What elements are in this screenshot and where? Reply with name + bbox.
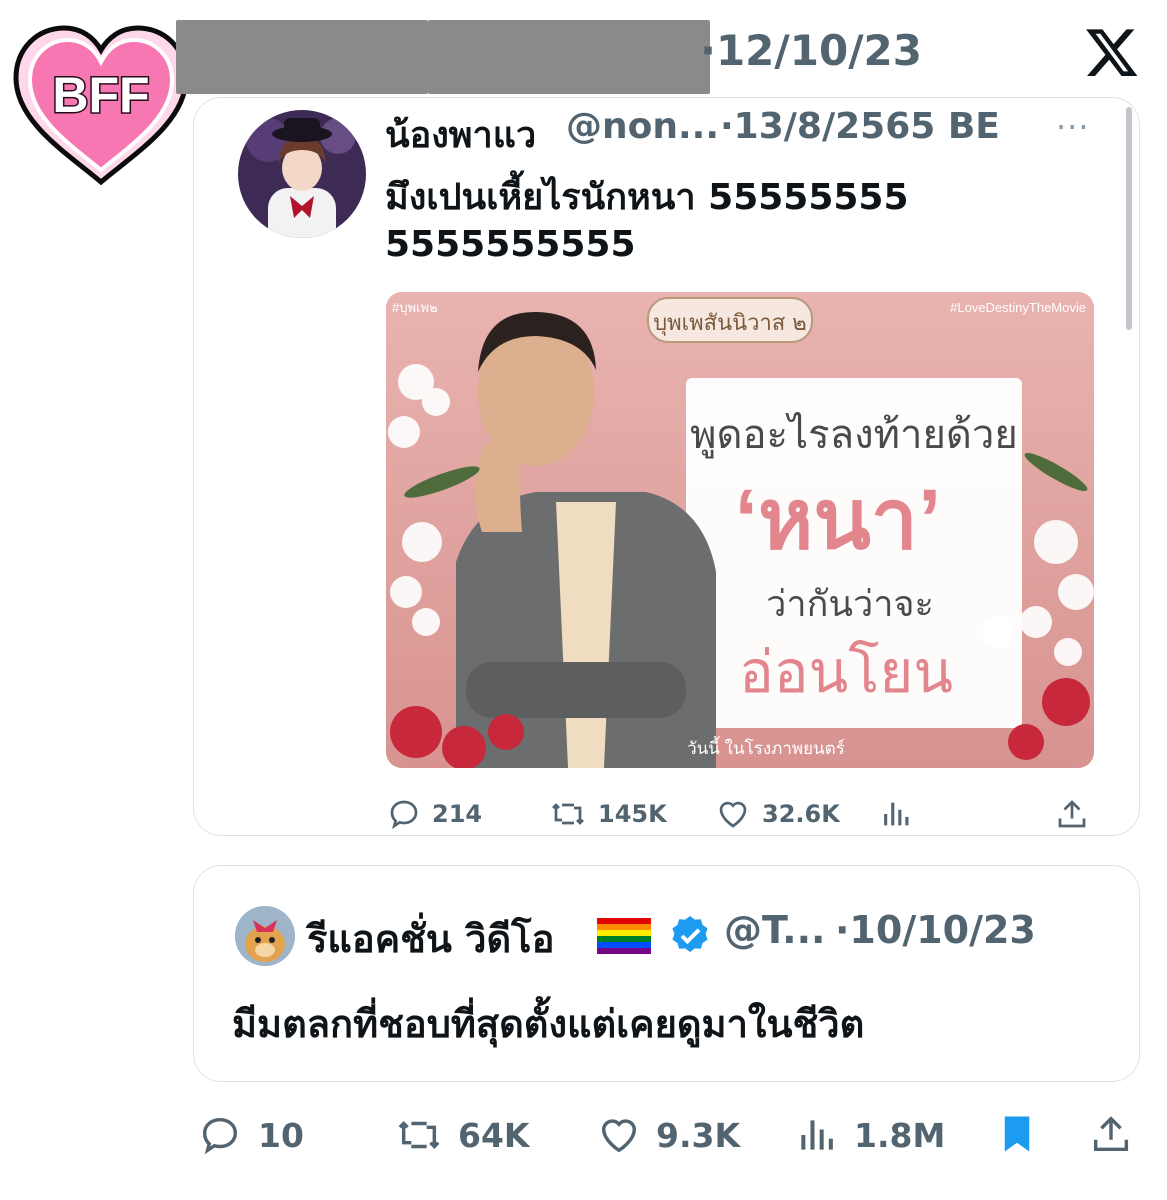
svg-text:BFF: BFF — [52, 67, 149, 123]
retweet-button[interactable]: 64K — [392, 1112, 530, 1158]
image-footer: วันนี้ ในโรงภาพยนตร์ — [687, 736, 845, 758]
retweet-count: 64K — [458, 1115, 530, 1155]
like-count: 9.3K — [656, 1115, 741, 1155]
image-headline-2: ‘หนา’ — [735, 472, 942, 566]
image-logo: บุพเพสันนิวาส ๒ — [653, 311, 807, 336]
quoted-date: ·13/8/2565 BE — [720, 106, 1000, 147]
reply-icon — [202, 1117, 238, 1155]
rainbow-flag-icon — [597, 918, 651, 954]
quoted-retweet-count: 145K — [598, 800, 667, 828]
quoted-share-button[interactable] — [1054, 796, 1090, 832]
image-headline-1: พูดอะไรลงท้ายด้วย — [690, 412, 1018, 458]
attached-image[interactable]: #บุพเพ๒ #LoveDestinyTheMovie บุพเพสันนิว… — [386, 292, 1094, 768]
reply-date: ·10/10/23 — [835, 908, 1036, 952]
heart-icon — [719, 801, 747, 828]
heart-icon — [601, 1119, 637, 1153]
image-headline-3: ว่ากันว่าจะ — [766, 583, 934, 624]
quoted-reply-count: 214 — [432, 800, 483, 828]
reply-icon — [390, 800, 418, 830]
quoted-author-name[interactable]: น้องพาแว — [385, 106, 536, 163]
redacted-handle — [428, 20, 710, 94]
bff-heart-badge: BFF — [13, 25, 189, 186]
retweet-icon — [552, 803, 584, 825]
quoted-retweet-button[interactable]: 145K — [548, 796, 667, 832]
image-tag-right: #LoveDestinyTheMovie — [950, 300, 1086, 315]
x-logo-icon[interactable] — [1083, 24, 1141, 80]
post-date: y ·12/10/23 — [700, 26, 922, 75]
reply-text: มีมตลกที่ชอบที่สุดตั้งแต่เคยดูมาในชีวิต — [232, 1002, 865, 1046]
quoted-views-button[interactable] — [880, 796, 914, 832]
verified-badge-icon[interactable] — [666, 913, 714, 961]
scrollbar[interactable] — [1126, 107, 1132, 330]
quoted-reply-button[interactable]: 214 — [386, 796, 482, 832]
quoted-like-count: 32.6K — [762, 800, 840, 828]
avatar[interactable] — [235, 906, 295, 966]
quoted-text-line1: มึงเปนเหี้ยไรนักหนา 55555555 — [385, 177, 909, 218]
like-button[interactable]: 9.3K — [594, 1112, 740, 1158]
views-icon — [801, 1120, 833, 1150]
image-tag-left: #บุพเพ๒ — [392, 300, 438, 316]
redacted-name — [176, 20, 428, 94]
image-headline-4: อ่อนโยน — [739, 639, 953, 705]
quoted-like-button[interactable]: 32.6K — [714, 796, 840, 832]
reply-author-name[interactable]: รีแอคชั่น วิดีโอ — [307, 908, 554, 969]
bookmark-icon — [1004, 1116, 1030, 1152]
bookmark-button[interactable] — [996, 1110, 1038, 1158]
share-icon — [1093, 1116, 1129, 1152]
views-icon — [884, 802, 909, 826]
share-icon — [1058, 800, 1086, 828]
avatar[interactable] — [238, 110, 366, 238]
quoted-text-line2: 5555555555 — [385, 224, 636, 265]
quoted-author-handle[interactable]: @non... — [566, 106, 719, 147]
more-options-icon[interactable]: ··· — [1056, 108, 1090, 146]
share-button[interactable] — [1088, 1110, 1134, 1158]
reply-author-handle[interactable]: @T... — [724, 908, 825, 952]
reply-count: 10 — [258, 1115, 304, 1155]
reply-button[interactable]: 10 — [196, 1112, 304, 1158]
views-button[interactable]: 1.8M — [796, 1112, 945, 1158]
retweet-icon — [398, 1121, 440, 1149]
views-count: 1.8M — [854, 1115, 946, 1155]
